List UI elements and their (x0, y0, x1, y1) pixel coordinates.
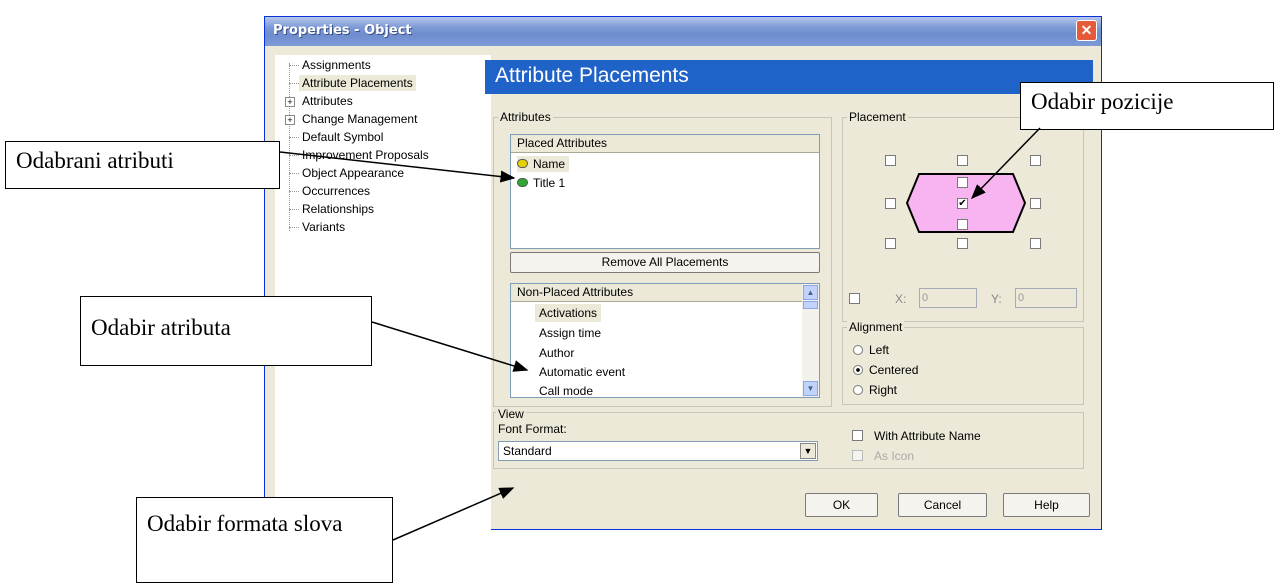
callout-arrows (279, 127, 1041, 541)
arrow-to-non-placed-list (371, 321, 529, 372)
arrow-to-font-format (392, 487, 515, 541)
arrow-to-placement (970, 127, 1041, 200)
arrow-to-placed-attributes (279, 151, 516, 183)
